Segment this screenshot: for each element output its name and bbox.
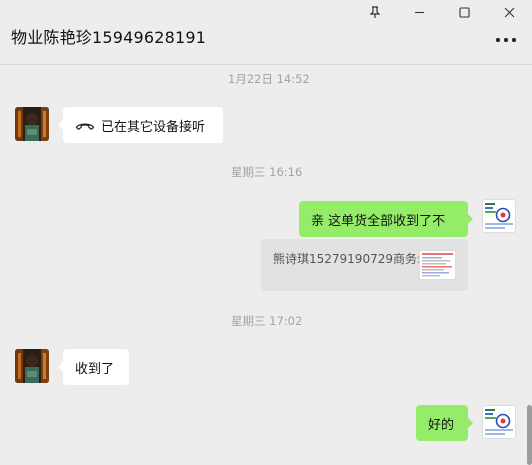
minimize-icon[interactable] xyxy=(397,0,442,24)
call-message-bubble[interactable]: 已在其它设备接听 xyxy=(58,107,223,143)
window-controls xyxy=(352,0,532,24)
more-icon[interactable] xyxy=(496,33,516,45)
chat-window: 物业陈艳珍15949628191 1月22日 14:52 已在其它设备接听 星期… xyxy=(0,0,532,465)
phone-hangup-icon xyxy=(75,120,95,131)
my-message-bubble[interactable]: 亲 这单货全部收到了不 xyxy=(299,201,473,237)
pin-icon[interactable] xyxy=(352,0,397,24)
contact-message-bubble[interactable]: 收到了 xyxy=(58,349,129,385)
close-icon[interactable] xyxy=(487,0,532,24)
quoted-message[interactable]: 熊诗琪15279190729商务: xyxy=(261,239,468,291)
quoted-image-thumbnail[interactable] xyxy=(419,250,456,280)
message-timestamp: 1月22日 14:52 xyxy=(228,72,310,86)
my-avatar[interactable] xyxy=(482,405,516,439)
message-text: 好的 xyxy=(428,417,455,433)
title-bar: 物业陈艳珍15949628191 xyxy=(0,0,532,65)
chat-title: 物业陈艳珍15949628191 xyxy=(11,28,207,47)
my-avatar[interactable] xyxy=(482,199,516,233)
my-message-bubble[interactable]: 好的 xyxy=(416,405,473,441)
message-text: 收到了 xyxy=(75,361,115,377)
scrollbar-thumb[interactable] xyxy=(527,405,532,465)
contact-avatar[interactable] xyxy=(15,107,49,141)
maximize-icon[interactable] xyxy=(442,0,487,24)
message-timestamp: 星期三 16:16 xyxy=(231,165,303,179)
message-text: 亲 这单货全部收到了不 xyxy=(311,213,446,229)
call-status-text: 已在其它设备接听 xyxy=(101,119,206,135)
quoted-sender-text: 熊诗琪15279190729商务: xyxy=(273,252,422,266)
contact-avatar[interactable] xyxy=(15,349,49,383)
message-timestamp: 星期三 17:02 xyxy=(231,314,303,328)
